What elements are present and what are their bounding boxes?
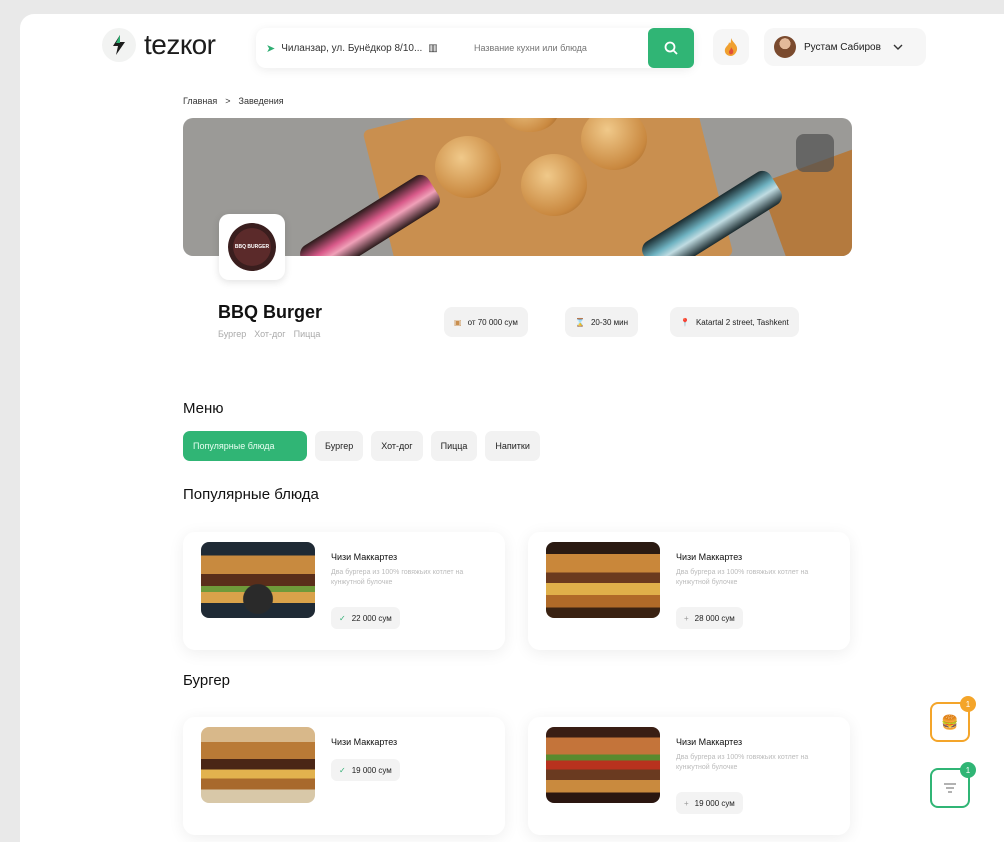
menu-tabs: Популярные блюда Бургер Хот-дог Пицца На… xyxy=(183,431,540,461)
search-bar: ➤ Чиланзар, ул. Бунёдкор 8/10... ▥ xyxy=(256,28,694,68)
chevron-down-icon xyxy=(893,44,903,50)
dish-card[interactable]: Чизи Маккартез Два бургера из 100% говяж… xyxy=(528,532,850,650)
box-icon: ▣ xyxy=(454,317,462,327)
dish-card[interactable]: Чизи Маккартез Два бургера из 100% говяж… xyxy=(183,532,505,650)
restaurant-logo-badge: BBQ BURGER xyxy=(228,223,276,271)
dish-description: Два бургера из 100% говяжьих котлет на к… xyxy=(331,569,464,586)
dish-image xyxy=(201,727,315,803)
burger-icon: 🍔 xyxy=(941,713,959,730)
tab-pizza[interactable]: Пицца xyxy=(430,431,478,461)
dish-name: Чизи Маккартез xyxy=(331,737,398,747)
search-button[interactable] xyxy=(648,28,694,68)
plus-icon: + xyxy=(684,613,689,623)
tab-popular[interactable]: Популярные блюда xyxy=(183,431,307,461)
map-icon: ▥ xyxy=(428,42,438,54)
dish-price: 19 000 сум xyxy=(351,765,392,775)
hourglass-icon: ⌛ xyxy=(575,317,585,327)
avatar xyxy=(774,36,796,58)
logo[interactable]: tezкor xyxy=(102,28,216,62)
filter-float-button[interactable]: 1 xyxy=(930,762,976,808)
tab-drinks[interactable]: Напитки xyxy=(485,431,540,461)
breadcrumb-current: Заведения xyxy=(238,96,284,106)
lightning-icon xyxy=(102,28,136,62)
restaurant-tag: Бургер xyxy=(218,329,247,339)
location-pin-icon: 📍 xyxy=(680,317,690,327)
plus-icon: + xyxy=(684,798,689,808)
filter-icon xyxy=(944,783,956,793)
filter-badge: 1 xyxy=(960,762,976,778)
breadcrumb-home[interactable]: Главная xyxy=(183,96,217,106)
dish-card[interactable]: Чизи Маккартез ✓ 19 000 сум xyxy=(183,717,505,835)
dish-name: Чизи Маккартез xyxy=(676,552,743,562)
logo-text: tezкor xyxy=(144,29,216,60)
user-menu[interactable]: Рустам Сабиров xyxy=(764,28,926,66)
tab-hotdog[interactable]: Хот-дог xyxy=(371,431,423,461)
min-order-text: от 70 000 сум xyxy=(467,317,518,327)
address-text: Чиланзар, ул. Бунёдкор 8/10... xyxy=(281,42,423,54)
restaurant-logo-text: BBQ BURGER xyxy=(234,244,270,250)
cart-badge: 1 xyxy=(960,696,976,712)
check-icon: ✓ xyxy=(339,613,346,623)
dish-card[interactable]: Чизи Маккартез Два бургера из 100% говяж… xyxy=(528,717,850,835)
page: tezкor ➤ Чиланзар, ул. Бунёдкор 8/10... … xyxy=(20,14,1004,842)
section-title-burger: Бургер xyxy=(183,672,231,689)
min-order-chip: ▣ от 70 000 сум xyxy=(444,307,528,337)
delivery-time-chip: ⌛ 20-30 мин xyxy=(565,307,639,337)
location-arrow-icon: ➤ xyxy=(266,42,276,55)
dish-name: Чизи Маккартез xyxy=(331,552,398,562)
dish-price: 19 000 сум xyxy=(694,798,735,808)
dish-name: Чизи Маккартез xyxy=(676,737,743,747)
restaurant-address-text: Katartal 2 street, Tashkent xyxy=(695,317,789,327)
check-icon: ✓ xyxy=(339,765,346,775)
banner-bun xyxy=(521,154,587,216)
dish-image xyxy=(546,727,660,803)
restaurant-name: BBQ Burger xyxy=(218,302,323,322)
restaurant-logo: BBQ BURGER xyxy=(219,214,285,280)
address-chip[interactable]: 📍 Katartal 2 street, Tashkent xyxy=(670,307,799,337)
promo-button[interactable] xyxy=(713,29,749,65)
restaurant-tags: Бургер Хот-дог Пицца xyxy=(218,329,320,339)
search-icon xyxy=(664,41,678,55)
add-to-cart-button[interactable]: ✓ 22 000 сум xyxy=(331,607,400,629)
add-to-cart-button[interactable]: ✓ 19 000 сум xyxy=(331,759,400,781)
restaurant-tag: Пицца xyxy=(293,329,321,339)
banner-action-button[interactable] xyxy=(796,134,834,172)
delivery-time-text: 20-30 мин xyxy=(590,317,629,327)
dish-price: 28 000 сум xyxy=(694,613,735,623)
restaurant-tag: Хот-дог xyxy=(254,329,286,339)
dish-price: 22 000 сум xyxy=(351,613,392,623)
dish-image xyxy=(201,542,315,618)
user-name: Рустам Сабиров xyxy=(804,41,881,53)
address-selector[interactable]: ➤ Чиланзар, ул. Бунёдкор 8/10... ▥ xyxy=(256,42,468,55)
breadcrumb-separator: > xyxy=(225,96,231,106)
dish-description: Два бургера из 100% говяжьих котлет на к… xyxy=(676,754,809,771)
add-to-cart-button[interactable]: + 19 000 сум xyxy=(676,792,743,814)
breadcrumb: Главная > Заведения xyxy=(183,96,284,106)
menu-title: Меню xyxy=(183,400,224,417)
dish-description: Два бургера из 100% говяжьих котлет на к… xyxy=(676,569,809,586)
search-input[interactable] xyxy=(468,43,648,53)
add-to-cart-button[interactable]: + 28 000 сум xyxy=(676,607,743,629)
banner-bun xyxy=(435,136,501,198)
dish-image xyxy=(546,542,660,618)
section-title-popular: Популярные блюда xyxy=(183,486,319,503)
fire-icon xyxy=(724,38,738,56)
tab-burger[interactable]: Бургер xyxy=(315,431,364,461)
cart-float-button[interactable]: 🍔 1 xyxy=(930,696,976,742)
